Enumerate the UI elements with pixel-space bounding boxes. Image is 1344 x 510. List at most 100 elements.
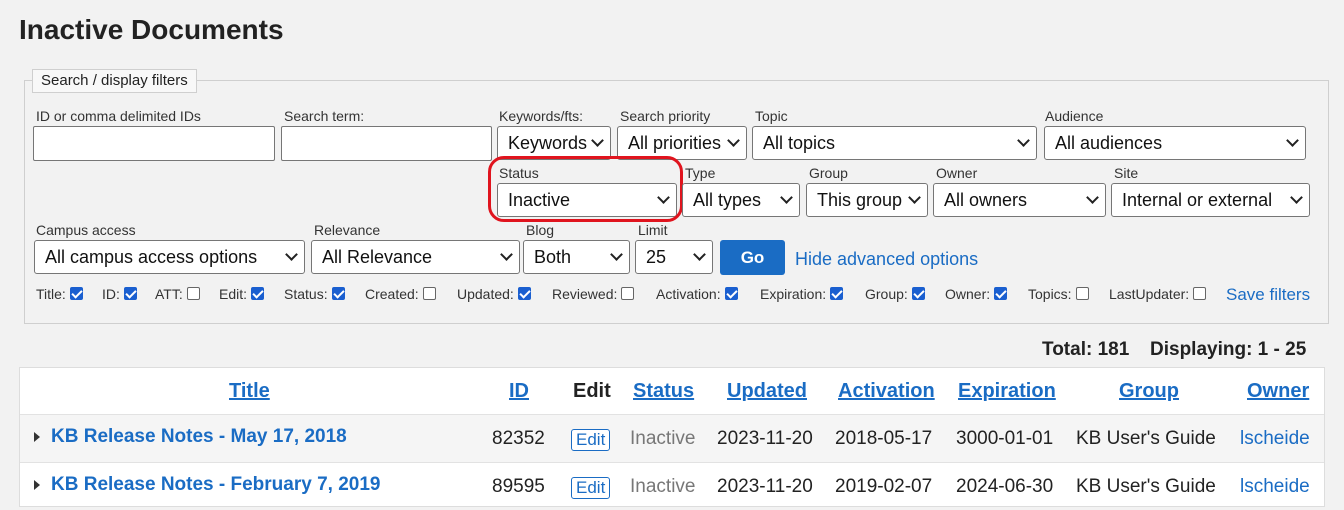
column-header-group[interactable]: Group: [1119, 380, 1179, 403]
toggle-label: Activation:: [656, 286, 721, 302]
type-label: Type: [685, 165, 716, 181]
save-filters-link[interactable]: Save filters: [1226, 285, 1310, 305]
checkbox[interactable]: [911, 287, 925, 300]
type-select[interactable]: All types: [682, 183, 800, 217]
checkbox[interactable]: [422, 287, 436, 300]
priority-select[interactable]: All priorities: [617, 126, 747, 160]
owner-value: All owners: [944, 190, 1028, 210]
status-highlight-ring: [488, 156, 683, 222]
checkbox[interactable]: [331, 287, 345, 300]
site-label: Site: [1114, 165, 1139, 181]
checkbox[interactable]: [517, 287, 531, 300]
chevron-down-icon: [1286, 134, 1299, 147]
id-label: ID or comma delimited IDs: [36, 108, 201, 124]
checkbox[interactable]: [724, 287, 738, 300]
chevron-down-icon: [610, 248, 623, 261]
row-title-link[interactable]: KB Release Notes - February 7, 2019: [51, 474, 381, 496]
column-header-edit: Edit: [573, 380, 611, 402]
toggle-group[interactable]: Group:: [865, 286, 925, 302]
chevron-down-icon: [1017, 134, 1030, 147]
site-value: Internal or external: [1122, 190, 1273, 210]
chevron-down-icon: [1290, 191, 1303, 204]
toggle-expiration[interactable]: Expiration:: [760, 286, 844, 302]
row-owner-link[interactable]: lscheide: [1240, 428, 1310, 450]
checkbox[interactable]: [123, 287, 137, 300]
campus-select[interactable]: All campus access options: [34, 240, 305, 274]
toggle-label: LastUpdater:: [1109, 286, 1190, 302]
toggle-att[interactable]: ATT:: [155, 286, 200, 302]
checkbox[interactable]: [1193, 287, 1207, 300]
search-term-input[interactable]: [281, 126, 492, 161]
toggle-topics[interactable]: Topics:: [1028, 286, 1089, 302]
row-activation: 2018-05-17: [835, 428, 933, 449]
checkbox[interactable]: [251, 287, 265, 300]
row-edit-button[interactable]: Edit: [571, 477, 611, 499]
group-label: Group: [809, 165, 848, 181]
toggle-lastupdater[interactable]: LastUpdater:: [1109, 286, 1207, 302]
row-edit-button[interactable]: Edit: [571, 429, 611, 451]
chevron-down-icon: [591, 134, 604, 147]
expand-arrow-icon[interactable]: [34, 480, 40, 490]
relevance-label: Relevance: [314, 222, 381, 238]
row-title-link[interactable]: KB Release Notes - May 17, 2018: [51, 426, 347, 448]
column-header-updated[interactable]: Updated: [727, 380, 807, 403]
owner-label: Owner: [936, 165, 978, 181]
priority-value: All priorities: [628, 133, 722, 153]
topic-select[interactable]: All topics: [752, 126, 1037, 160]
toggle-updated[interactable]: Updated:: [457, 286, 531, 302]
column-header-id[interactable]: ID: [509, 380, 529, 403]
chevron-down-icon: [908, 191, 921, 204]
owner-select[interactable]: All owners: [933, 183, 1106, 217]
toggle-title[interactable]: Title:: [36, 286, 83, 302]
keywords-select[interactable]: Keywords: [497, 126, 611, 160]
row-id: 82352: [492, 428, 545, 449]
row-updated: 2023-11-20: [717, 476, 813, 497]
blog-label: Blog: [526, 222, 555, 238]
search-term-label: Search term:: [284, 108, 365, 124]
column-header-owner[interactable]: Owner: [1247, 380, 1309, 403]
row-status: Inactive: [630, 476, 696, 497]
checkbox[interactable]: [621, 287, 635, 300]
chevron-down-icon: [285, 248, 298, 261]
toggle-reviewed[interactable]: Reviewed:: [552, 286, 635, 302]
topic-value: All topics: [763, 133, 836, 153]
toggle-status[interactable]: Status:: [284, 286, 345, 302]
go-button[interactable]: Go: [720, 240, 785, 275]
chevron-down-icon: [1086, 191, 1099, 204]
column-header-activation[interactable]: Activation: [838, 380, 935, 403]
site-select[interactable]: Internal or external: [1111, 183, 1310, 217]
limit-label: Limit: [638, 222, 668, 238]
toggle-id[interactable]: ID:: [102, 286, 137, 302]
chevron-down-icon: [727, 134, 740, 147]
keywords-value: Keywords: [508, 133, 588, 153]
group-select[interactable]: This group: [806, 183, 928, 217]
audience-label: Audience: [1045, 108, 1104, 124]
row-id: 89595: [492, 476, 545, 497]
id-input[interactable]: [33, 126, 275, 161]
row-owner-link[interactable]: lscheide: [1240, 476, 1310, 498]
checkbox[interactable]: [69, 287, 83, 300]
toggle-activation[interactable]: Activation:: [656, 286, 738, 302]
column-header-expiration[interactable]: Expiration: [958, 380, 1056, 403]
toggle-label: Group:: [865, 286, 908, 302]
hide-advanced-options-link[interactable]: Hide advanced options: [795, 249, 978, 270]
expand-arrow-icon[interactable]: [34, 432, 40, 442]
limit-select[interactable]: 25: [635, 240, 713, 274]
audience-select[interactable]: All audiences: [1044, 126, 1306, 160]
toggle-created[interactable]: Created:: [365, 286, 436, 302]
campus-label: Campus access: [36, 222, 136, 238]
chevron-down-icon: [693, 248, 706, 261]
relevance-select[interactable]: All Relevance: [311, 240, 520, 274]
toggle-owner[interactable]: Owner:: [945, 286, 1008, 302]
audience-value: All audiences: [1055, 133, 1163, 153]
checkbox[interactable]: [1075, 287, 1089, 300]
checkbox[interactable]: [186, 287, 200, 300]
checkbox[interactable]: [830, 287, 844, 300]
column-header-title[interactable]: Title: [229, 380, 270, 403]
toggle-edit[interactable]: Edit:: [219, 286, 265, 302]
toggle-label: Reviewed:: [552, 286, 618, 302]
blog-select[interactable]: Both: [523, 240, 630, 274]
column-header-status[interactable]: Status: [633, 380, 694, 403]
toggle-label: Owner:: [945, 286, 991, 302]
checkbox[interactable]: [994, 287, 1008, 300]
